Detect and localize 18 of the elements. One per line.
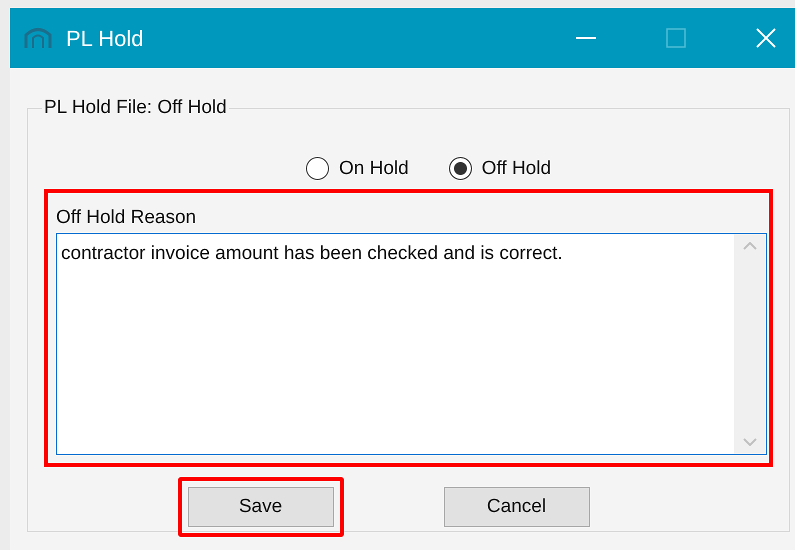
minimize-icon <box>576 37 596 39</box>
radio-option[interactable]: Off Hold <box>448 154 552 183</box>
reason-text: contractor invoice amount has been checked and is correct. <box>60 242 564 266</box>
radio-option[interactable]: On Hold <box>306 154 409 183</box>
radio-button[interactable] <box>448 157 472 180</box>
reason-text-area[interactable]: contractor invoice amount has been checked and is correct. <box>56 233 767 455</box>
app-icon <box>24 26 52 50</box>
scroll-up-icon[interactable] <box>743 242 757 250</box>
maximize-icon <box>666 28 686 48</box>
window-title: PL Hold <box>66 24 144 52</box>
dialog-button[interactable]: Save <box>188 487 334 527</box>
scroll-down-icon[interactable] <box>743 438 757 446</box>
radio-button[interactable] <box>306 157 329 180</box>
dialog-button[interactable]: Cancel <box>444 487 590 527</box>
group-title: PL Hold File: Off Hold <box>43 96 228 120</box>
close-icon <box>756 28 776 48</box>
reason-label: Off Hold Reason <box>56 207 198 229</box>
scroll-bar[interactable] <box>734 234 766 454</box>
